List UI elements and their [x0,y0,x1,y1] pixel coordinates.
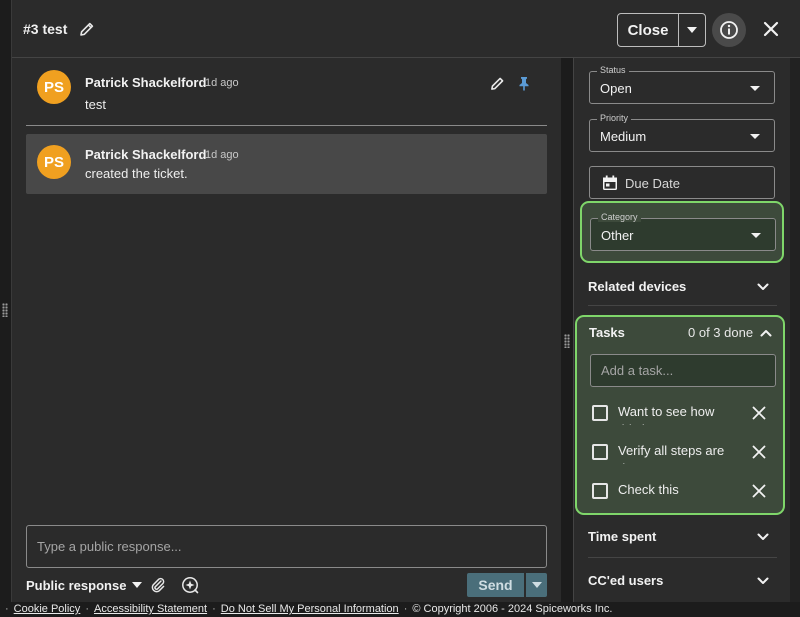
message-item: PS Patrick Shackelford 1d ago created th… [26,134,547,194]
footer-separator: · [212,603,216,615]
status-label: Status [597,65,629,75]
close-ticket-button-group: Close [617,13,706,47]
avatar: PS [37,145,71,179]
category-label: Category [598,212,641,222]
cced-users-title: CC'ed users [588,573,664,588]
send-button[interactable]: Send [467,573,524,597]
category-select[interactable]: Category Other [590,212,776,251]
drag-handle-icon[interactable] [564,334,570,348]
close-options-dropdown[interactable] [679,14,705,46]
ticket-header: #3 test Close [12,0,800,58]
status-value: Open [600,81,632,96]
footer-separator: · [85,603,89,615]
pin-message-icon[interactable] [517,76,531,91]
chevron-down-icon [750,86,760,91]
chevron-down-icon[interactable] [756,530,770,544]
message-item: PS Patrick Shackelford 1d ago test [26,58,547,124]
message-time: 1d ago [205,77,239,89]
response-type-dropdown[interactable]: Public response [26,577,143,593]
task-item: Check this [577,481,783,503]
message-time: 1d ago [205,149,239,161]
status-select[interactable]: Status Open [589,65,775,104]
task-item: Want to see how this is [577,403,783,425]
reply-input[interactable] [26,525,547,568]
priority-value: Medium [600,129,647,144]
task-checkbox[interactable] [592,405,608,421]
task-checkbox[interactable] [592,444,608,460]
chevron-down-icon [132,582,143,588]
close-window-button[interactable] [761,19,781,39]
chevron-down-icon[interactable] [756,574,770,588]
chevron-down-icon[interactable] [756,280,770,294]
priority-label: Priority [597,113,632,123]
ticket-details-sidebar: Status Open Priority Medium Due Date Cat… [573,58,790,602]
close-icon [763,21,779,37]
due-date-placeholder: Due Date [625,176,680,191]
do-not-sell-link[interactable]: Do Not Sell My Personal Information [221,603,399,615]
footer-separator: · [5,603,9,615]
cookie-policy-link[interactable]: Cookie Policy [14,603,81,615]
ticket-window: #3 test Close PS Patrick Shackelford 1d … [0,0,800,602]
message-body: test [85,97,106,112]
tasks-title: Tasks [589,325,625,340]
ticket-title: #3 test [23,21,68,37]
category-highlight: Category Other [580,201,784,263]
left-resize-gutter[interactable] [0,0,12,602]
conversation-panel: PS Patrick Shackelford 1d ago test PS Pa… [12,58,561,520]
sidebar-scrollbar[interactable] [790,58,800,602]
copyright-text: © Copyright 2006 - 2024 Spiceworks Inc. [412,603,613,615]
delete-task-icon[interactable] [752,406,766,420]
chevron-up-icon[interactable] [759,326,773,340]
tasks-section: Tasks 0 of 3 done Want to see how this i… [575,315,785,515]
footer-separator: · [403,603,408,615]
avatar: PS [37,70,71,104]
drag-handle-icon[interactable] [2,303,8,317]
task-text: Verify all steps are done [618,443,725,464]
send-options-dropdown[interactable] [526,573,547,597]
priority-select[interactable]: Priority Medium [589,113,775,152]
response-type-label: Public response [26,577,127,593]
edit-message-icon[interactable] [490,76,505,91]
paperclip-icon[interactable] [149,576,167,594]
delete-task-icon[interactable] [752,484,766,498]
cced-users-section[interactable]: CC'ed users [574,570,790,590]
section-divider [588,305,777,306]
task-text: Check this [618,482,679,497]
page-footer: · Cookie Policy · Accessibility Statemen… [0,602,800,617]
task-checkbox[interactable] [592,483,608,499]
time-spent-section[interactable]: Time spent [574,526,790,546]
close-ticket-button[interactable]: Close [618,14,679,46]
time-spent-title: Time spent [588,529,657,544]
send-button-group: Send [467,573,547,597]
message-body: created the ticket. [85,166,188,181]
chevron-down-icon [531,582,542,588]
category-value: Other [601,228,634,243]
due-date-field[interactable]: Due Date [589,166,775,199]
reply-composer: Public response Send [12,520,561,602]
chevron-down-icon [750,134,760,139]
related-devices-title: Related devices [588,279,687,294]
message-divider [26,125,547,126]
chevron-down-icon [751,233,761,238]
delete-task-icon[interactable] [752,445,766,459]
related-devices-section[interactable]: Related devices [574,276,790,296]
info-icon [720,21,738,39]
task-item: Verify all steps are done [577,442,783,464]
panel-splitter[interactable] [561,58,573,602]
ai-sparkle-icon[interactable] [181,576,199,594]
info-button[interactable] [712,13,746,47]
add-task-input[interactable] [590,354,776,387]
message-author: Patrick Shackelford [85,75,207,90]
tasks-progress: 0 of 3 done [688,325,754,340]
chevron-down-icon [687,27,697,33]
section-divider [588,557,777,558]
message-author: Patrick Shackelford [85,147,207,162]
edit-title-icon[interactable] [79,21,95,37]
task-text: Want to see how this is [618,404,715,425]
calendar-icon [601,174,619,192]
accessibility-statement-link[interactable]: Accessibility Statement [94,603,207,615]
